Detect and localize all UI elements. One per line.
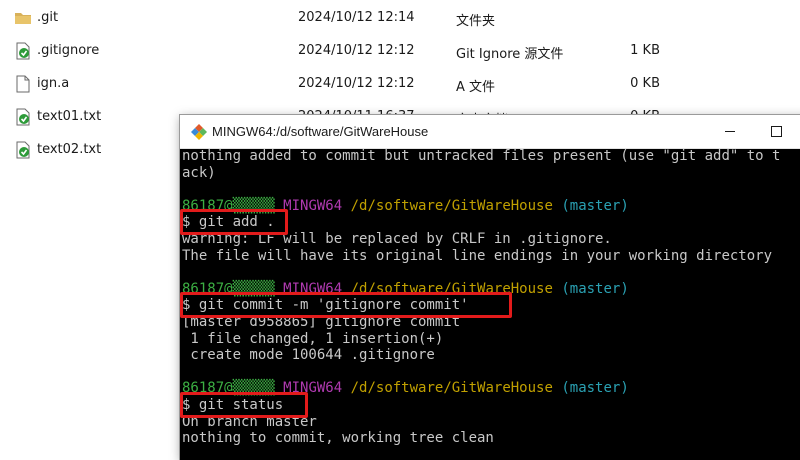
file-type: A 文件 [456,80,496,95]
file-name: ign.a [37,76,70,91]
file-name: text01.txt [37,109,102,124]
minimize-button[interactable] [707,115,753,148]
highlight-box-git-commit [180,292,512,318]
file-type: 文件夹 [456,14,496,29]
prompt-path: /d/software/GitWareHouse [350,380,553,397]
file-size: 1 KB [630,43,660,58]
file-date: 2024/10/12 12:14 [298,10,415,25]
output-line: nothing added to commit but untracked fi… [182,148,781,164]
git-file-icon [14,141,32,159]
git-file-icon [14,108,32,126]
file-icon [14,75,32,93]
file-row-git[interactable]: .git 2024/10/12 12:14 文件夹 [0,2,800,34]
file-row-gitignore[interactable]: .gitignore 2024/10/12 12:12 Git Ignore 源… [0,35,800,67]
maximize-button[interactable] [753,115,799,148]
output-line: 1 file changed, 1 insertion(+) [182,330,444,347]
prompt-path: /d/software/GitWareHouse [350,197,553,214]
prompt-branch: (master) [561,280,629,297]
output-line: ack) [182,164,216,181]
file-date: 2024/10/12 12:12 [298,76,415,91]
output-line: nothing to commit, working tree clean [182,430,494,447]
terminal-output[interactable]: nothing added to commit but untracked fi… [180,148,800,460]
highlight-box-git-add [180,209,288,235]
output-line: The file will have its original line end… [182,247,773,264]
mingw64-terminal-window[interactable]: MINGW64:/d/software/GitWareHouse nothing… [180,115,800,460]
prompt-branch: (master) [561,197,629,214]
prompt-host: MINGW64 [283,197,343,214]
file-row-ign-a[interactable]: ign.a 2024/10/12 12:12 A 文件 0 KB [0,68,800,100]
prompt-branch: (master) [561,380,629,397]
output-line: create mode 100644 .gitignore [182,347,435,364]
file-size: 0 KB [630,76,660,91]
file-date: 2024/10/12 12:12 [298,43,415,58]
git-file-icon [14,42,32,60]
mingw-app-icon [190,123,208,141]
terminal-title: MINGW64:/d/software/GitWareHouse [212,124,429,139]
file-name: .gitignore [37,43,100,58]
file-name: .git [37,10,59,25]
terminal-titlebar[interactable]: MINGW64:/d/software/GitWareHouse [180,115,800,149]
folder-icon [14,9,32,27]
highlight-box-git-status [180,392,308,418]
file-type: Git Ignore 源文件 [456,47,564,62]
file-name: text02.txt [37,142,102,157]
